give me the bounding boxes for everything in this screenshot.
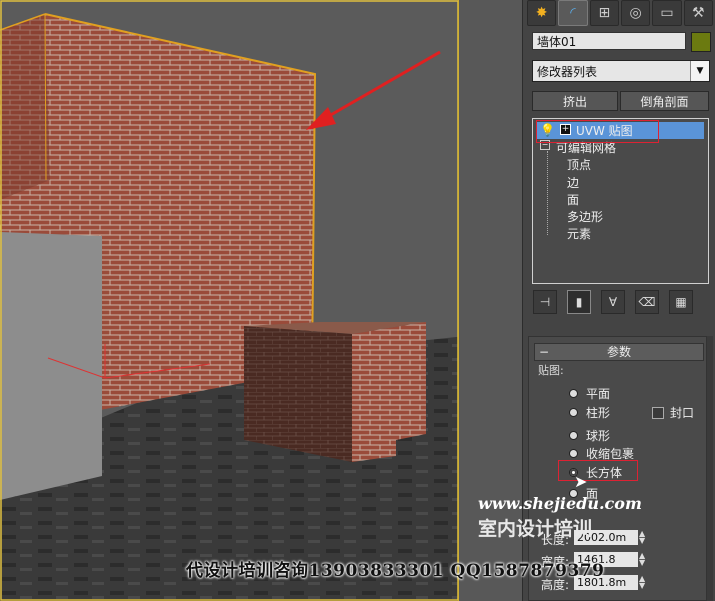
watermark-school: 室内设计培训 (478, 518, 593, 540)
radio-spherical[interactable]: 球形 (569, 427, 610, 444)
spinner-arrows-icon[interactable]: ▲ ▼ (639, 530, 645, 545)
radio-dot-icon (569, 449, 578, 458)
collapse-rollout-icon: − (539, 345, 550, 359)
radio-planar[interactable]: 平面 (569, 385, 610, 402)
stack-item-element[interactable]: 元素 (567, 225, 591, 242)
pin-stack-icon[interactable]: ⊣ (533, 290, 557, 314)
radio-cylindrical[interactable]: 柱形 (569, 404, 610, 421)
panel-tabs: ✸ ◜ ⊞ ◎ ▭ ⚒ (527, 0, 713, 26)
radio-planar-label: 平面 (586, 387, 611, 401)
panel-scrollbar[interactable] (707, 336, 713, 601)
perspective-viewport[interactable] (0, 0, 522, 601)
spinner-arrows-icon[interactable]: ▲ ▼ (639, 575, 645, 590)
spinner-arrows-icon[interactable]: ▲ ▼ (639, 552, 645, 567)
object-color-swatch[interactable] (691, 32, 711, 52)
utilities-icon[interactable]: ⚒ (683, 0, 713, 26)
highlight-box (558, 460, 638, 481)
make-unique-icon[interactable]: ∀ (601, 290, 625, 314)
remove-modifier-icon[interactable]: ⌫ (635, 290, 659, 314)
create-icon[interactable]: ✸ (527, 0, 557, 26)
radio-dot-icon (569, 408, 578, 417)
radio-cylindrical-label: 柱形 (586, 406, 611, 420)
hierarchy-icon[interactable]: ⊞ (589, 0, 619, 26)
stack-item-edge[interactable]: 边 (567, 174, 579, 191)
watermark-site: www.shejiedu.com (478, 494, 642, 513)
mapping-group-label: 贴图: (538, 364, 564, 377)
stack-item-polygon[interactable]: 多边形 (567, 208, 603, 225)
rollout-header[interactable]: − 参数 (534, 343, 704, 361)
highlight-box (536, 120, 659, 143)
chevron-down-icon[interactable]: ▼ (690, 61, 709, 81)
motion-icon[interactable]: ◎ (620, 0, 651, 26)
modifier-list-label: 修改器列表 (537, 65, 598, 79)
object-name-field[interactable]: 墙体01 (532, 32, 686, 50)
watermark-contact: 代设计培训咨询13903833301 QQ1587879379 (186, 561, 605, 581)
display-icon[interactable]: ▭ (652, 0, 682, 26)
configure-sets-icon[interactable]: ▦ (669, 290, 693, 314)
radio-dot-icon (569, 389, 578, 398)
radio-dot-icon (569, 431, 578, 440)
brick-box[interactable] (244, 326, 352, 462)
stack-item-face[interactable]: 面 (567, 191, 579, 208)
bevel-profile-button[interactable]: 倒角剖面 (620, 91, 709, 111)
cap-label: 封口 (670, 406, 695, 420)
checkbox-icon (652, 406, 664, 419)
rollout-title: 参数 (606, 345, 631, 359)
stack-item-vertex[interactable]: 顶点 (567, 156, 591, 173)
grey-box[interactable] (0, 232, 102, 500)
modify-icon[interactable]: ◜ (558, 0, 588, 26)
radio-spherical-label: 球形 (586, 429, 611, 443)
extrude-button[interactable]: 挤出 (532, 91, 618, 111)
stack-toolbar: ⊣ ▮ ∀ ⌫ ▦ (533, 287, 709, 317)
show-end-result-icon[interactable]: ▮ (567, 290, 591, 314)
stack-tree-line (547, 151, 548, 235)
modifier-list-dropdown[interactable]: 修改器列表 ▼ (532, 60, 710, 82)
cap-checkbox[interactable]: 封口 (652, 404, 694, 421)
